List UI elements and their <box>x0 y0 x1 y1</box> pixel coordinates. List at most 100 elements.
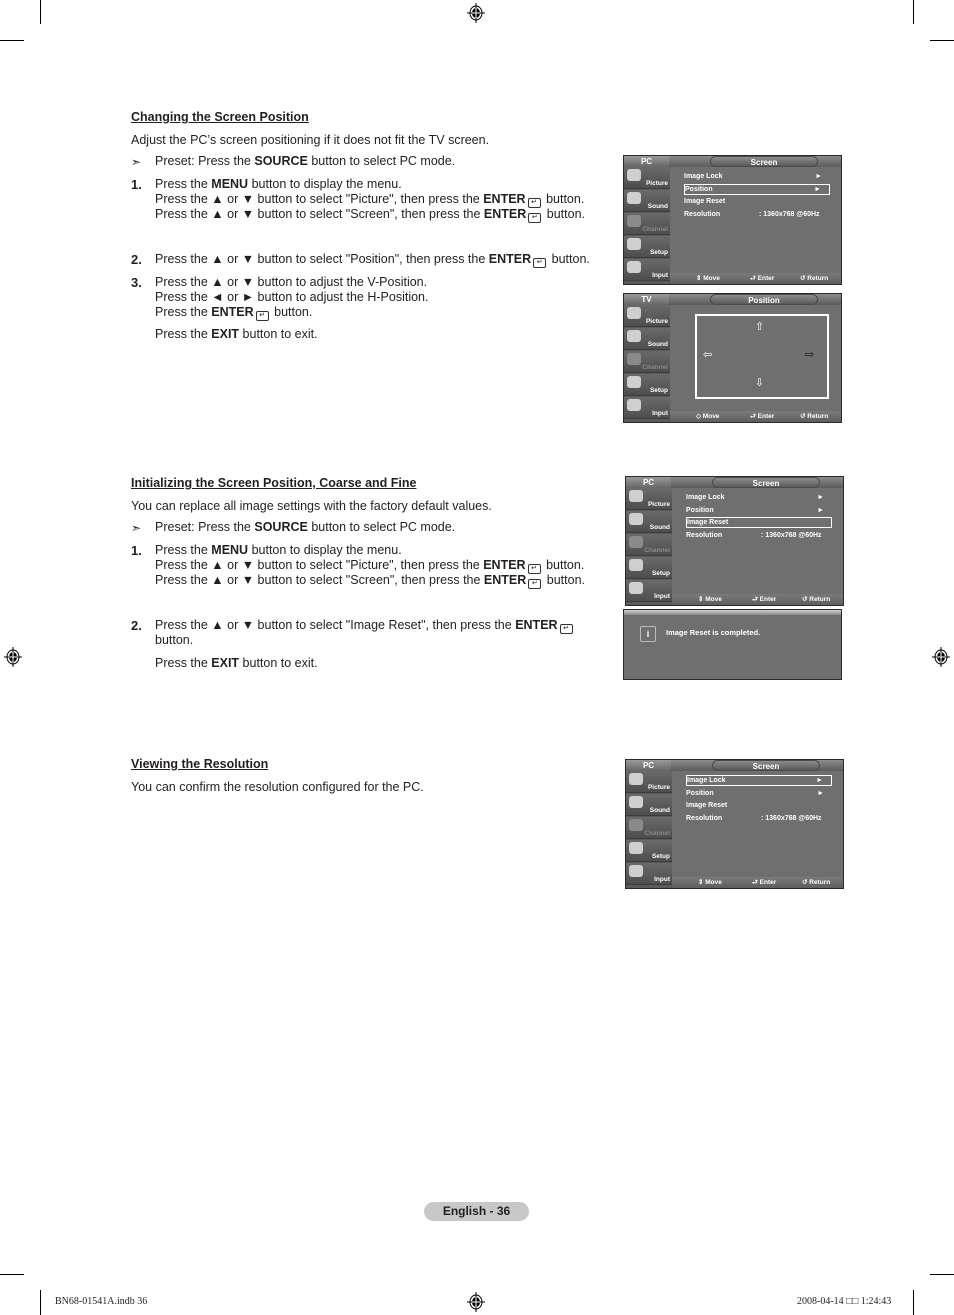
enter-button-icon: ↵ <box>528 213 542 223</box>
osd-sidebar-item-setup[interactable]: Setup <box>626 557 672 579</box>
menu-label: Resolution <box>684 210 721 218</box>
osd-sidebar-item-picture[interactable]: Picture <box>626 488 672 510</box>
osd-menu-item[interactable]: Resolution: 1360x768 @60Hz <box>686 530 832 541</box>
sound-icon <box>629 513 643 525</box>
osd-menu-item[interactable]: Resolution: 1360x768 @60Hz <box>686 813 832 824</box>
return-hint: ↺ Return <box>802 879 831 886</box>
step-line: Press the ▲ or ▼ button to select "Image… <box>155 618 575 634</box>
arrow-note-icon: ➣ <box>131 521 142 535</box>
sound-icon <box>629 796 643 808</box>
osd-menu-item[interactable]: Image Reset <box>686 517 832 528</box>
osd-mode-label: PC <box>626 477 671 488</box>
menu-label: Position <box>685 185 713 193</box>
image-reset-popup: i Image Reset is completed. <box>623 609 842 680</box>
osd-sidebar-item-picture[interactable]: Picture <box>624 167 670 189</box>
osd-sidebar-label: Input <box>652 272 668 279</box>
menu-label: Position <box>686 789 714 797</box>
section-heading: Viewing the Resolution <box>131 757 269 771</box>
osd-sidebar-item-sound[interactable]: Sound <box>624 328 670 350</box>
preset-note: Preset: Press the SOURCE button to selec… <box>155 520 456 534</box>
menu-label: Resolution <box>686 531 723 539</box>
osd-sidebar-item-sound[interactable]: Sound <box>626 511 672 533</box>
osd-footer: ⇕ Move ⮐ Enter ↺ Return <box>670 273 841 284</box>
step-text: Press the ▲ or ▼ button to adjust the V-… <box>155 275 429 321</box>
osd-sidebar-label: Input <box>654 593 670 600</box>
osd-sidebar-item-channel[interactable]: Channel <box>626 817 672 839</box>
step-text: Press the ▲ or ▼ button to select "Posit… <box>155 252 590 268</box>
position-frame: ⇧ ⇦ ⇨ ⇩ <box>695 314 829 399</box>
arrow-right-icon: ► <box>816 777 823 784</box>
step-line: Press the ▲ or ▼ button to select "Scree… <box>155 207 585 223</box>
channel-icon <box>627 353 641 365</box>
menu-label: Position <box>686 506 714 514</box>
move-left-icon: ⇦ <box>703 349 713 361</box>
osd-sidebar-item-setup[interactable]: Setup <box>624 374 670 396</box>
exit-note: Press the EXIT button to exit. <box>155 327 318 341</box>
enter-button-icon: ↵ <box>527 198 541 208</box>
crop-mark <box>40 0 41 24</box>
step-line: Press the ▲ or ▼ button to select "Scree… <box>155 573 585 589</box>
osd-sidebar-label: Channel <box>642 364 668 371</box>
step-line: button. <box>155 633 194 647</box>
page-number-badge: English - 36 <box>424 1202 529 1221</box>
osd-title: Screen <box>710 156 818 167</box>
section-heading: Initializing the Screen Position, Coarse… <box>131 476 417 490</box>
osd-sidebar-item-picture[interactable]: Picture <box>626 771 672 793</box>
osd-sidebar-item-setup[interactable]: Setup <box>626 840 672 862</box>
popup-header-bar <box>624 610 841 615</box>
osd-menu-item[interactable]: Image Reset <box>684 196 830 207</box>
step-line: Press the MENU button to display the men… <box>155 543 402 557</box>
registration-mark-icon <box>467 1292 485 1312</box>
osd-menu-item[interactable]: Image Reset <box>686 800 832 811</box>
osd-sidebar: Picture Sound Channel Setup Input <box>626 488 672 605</box>
osd-sidebar-item-channel[interactable]: Channel <box>624 213 670 235</box>
osd-sidebar-item-input[interactable]: Input <box>626 580 672 602</box>
section-intro: Adjust the PC’s screen positioning if it… <box>131 133 490 147</box>
osd-menu-item[interactable]: Image Lock ► <box>684 171 830 182</box>
osd-menu-item[interactable]: Position ► <box>686 505 832 516</box>
osd-sidebar-item-sound[interactable]: Sound <box>624 190 670 212</box>
osd-sidebar-label: Setup <box>649 249 668 256</box>
step-line: Press the MENU button to display the men… <box>155 177 402 191</box>
crop-mark <box>40 1290 41 1315</box>
step-line: Press the ▲ or ▼ button to select "Pictu… <box>155 192 585 208</box>
osd-sidebar-item-channel[interactable]: Channel <box>624 351 670 373</box>
osd-sidebar-label: Channel <box>642 226 668 233</box>
enter-button-icon: ↵ <box>528 579 542 589</box>
osd-mode-label: PC <box>624 156 669 167</box>
osd-sidebar-item-channel[interactable]: Channel <box>626 534 672 556</box>
print-timestamp: 2008-04-14 □□ 1:24:43 <box>797 1296 892 1307</box>
osd-sidebar-item-input[interactable]: Input <box>624 259 670 281</box>
menu-label: Image Lock <box>686 494 725 501</box>
step-number: 3. <box>131 275 142 290</box>
osd-sidebar-item-input[interactable]: Input <box>626 863 672 885</box>
input-icon <box>627 261 641 273</box>
step-text: Press the MENU button to display the men… <box>155 543 585 589</box>
osd-sidebar-label: Setup <box>651 570 670 577</box>
move-hint: ⇕ Move <box>698 879 722 886</box>
osd-menu-item[interactable]: Resolution: 1360x768 @60Hz <box>684 209 830 220</box>
osd-mode-label: PC <box>626 760 671 771</box>
osd-sidebar-item-sound[interactable]: Sound <box>626 794 672 816</box>
move-hint: ◇ Move <box>696 413 720 420</box>
arrow-right-icon: ► <box>815 173 822 180</box>
osd-sidebar-label: Picture <box>645 180 668 187</box>
osd-title: Screen <box>712 760 820 771</box>
crop-mark <box>913 1290 914 1315</box>
setup-icon <box>627 376 641 388</box>
osd-menu-item[interactable]: Position ► <box>686 788 832 799</box>
step-line: Press the ENTER ↵ button. <box>155 305 313 321</box>
move-right-icon: ⇨ <box>805 349 815 361</box>
registration-mark-icon <box>467 3 485 23</box>
arrow-right-icon: ► <box>817 506 824 514</box>
osd-sidebar-item-input[interactable]: Input <box>624 397 670 419</box>
osd-menu-item[interactable]: Image Lock ► <box>686 492 832 503</box>
osd-footer: ⇕ Move ⮐ Enter ↺ Return <box>672 594 843 605</box>
osd-sidebar-label: Picture <box>645 318 668 325</box>
osd-sidebar-item-setup[interactable]: Setup <box>624 236 670 258</box>
osd-sidebar-item-picture[interactable]: Picture <box>624 305 670 327</box>
osd-footer: ⇕ Move ⮐ Enter ↺ Return <box>672 877 843 888</box>
step-number: 2. <box>131 252 142 267</box>
osd-menu-item[interactable]: Image Lock ► <box>686 775 832 786</box>
osd-menu-item[interactable]: Position ► <box>684 183 830 195</box>
